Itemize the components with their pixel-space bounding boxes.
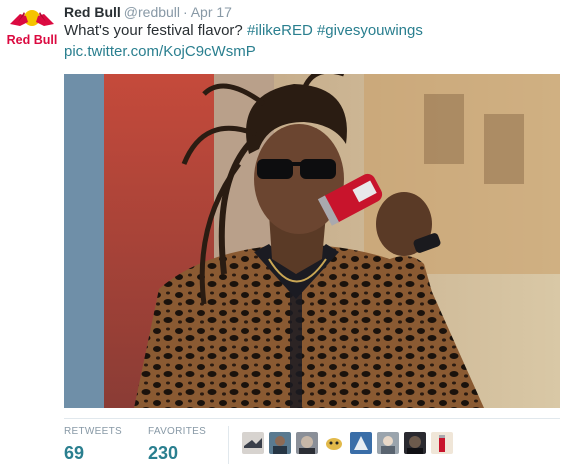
favorites-count: 230 <box>148 443 179 463</box>
tweet-header: Red Bull @redbull · Apr 17 <box>64 3 232 21</box>
author-name[interactable]: Red Bull <box>64 4 121 20</box>
favoriter-avatar[interactable] <box>431 432 453 454</box>
favoriter-avatar[interactable] <box>377 432 399 454</box>
stats-separator <box>228 426 229 464</box>
hashtag-ilikered[interactable]: #ilikeRED <box>247 22 313 39</box>
favoriter-avatar[interactable] <box>323 432 345 454</box>
favoriter-avatar[interactable] <box>296 432 318 454</box>
header-separator: · <box>183 4 188 20</box>
retweets-label: RETWEETS <box>64 426 122 437</box>
stats-divider <box>64 418 560 419</box>
favoriter-avatar[interactable] <box>350 432 372 454</box>
avatar-logo-text: Red Bull <box>7 33 58 47</box>
tweet-photo[interactable] <box>64 74 560 408</box>
tweet-date[interactable]: Apr 17 <box>191 4 232 20</box>
tweet-text: What's your festival flavor? #ilikeRED #… <box>64 20 564 62</box>
author-handle[interactable]: @redbull <box>124 4 180 20</box>
red-bull-logo-icon: Red Bull <box>7 10 58 47</box>
favorites-label: FAVORITES <box>148 426 207 437</box>
favoriter-avatar[interactable] <box>404 432 426 454</box>
favoriter-avatar[interactable] <box>269 432 291 454</box>
retweets-count: 69 <box>64 443 85 463</box>
pic-link[interactable]: pic.twitter.com/KojC9cWsmP <box>64 41 564 62</box>
tweet-text-prefix: What's your festival flavor? <box>64 22 243 39</box>
avatar[interactable]: Red Bull <box>6 4 58 52</box>
retweets-stat[interactable]: RETWEETS 69 <box>64 426 122 464</box>
favoriter-avatars <box>242 430 453 456</box>
favoriter-avatar[interactable] <box>242 432 264 454</box>
tweet-photo-image <box>64 74 560 408</box>
favorites-stat[interactable]: FAVORITES 230 <box>148 426 206 464</box>
hashtag-givesyouwings[interactable]: #givesyouwings <box>317 22 423 39</box>
